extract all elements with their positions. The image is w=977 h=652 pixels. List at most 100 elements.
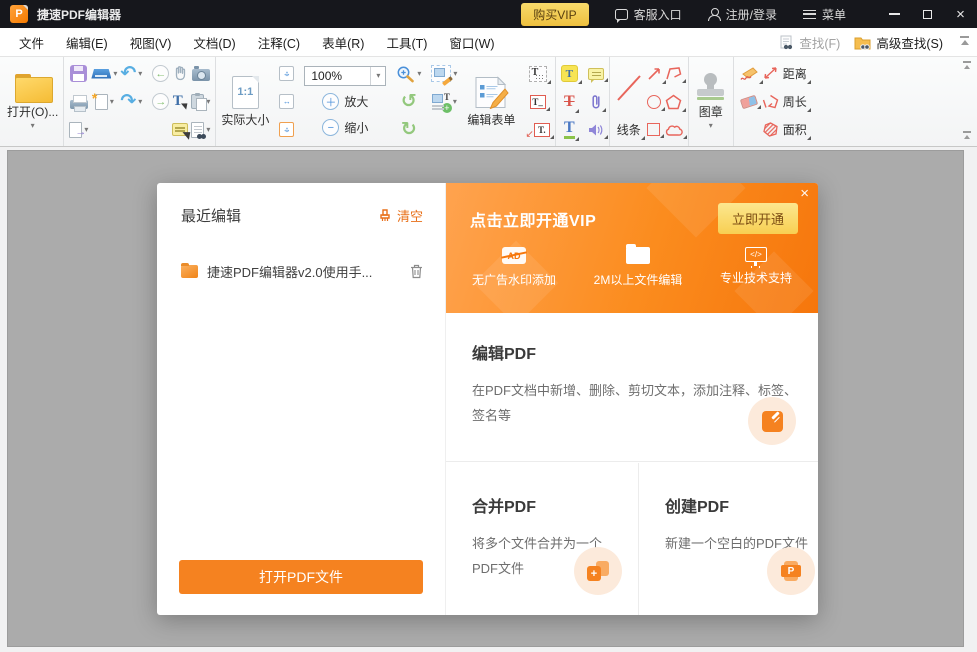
pencil-squiggle-icon [740,67,758,80]
comment-button[interactable] [587,67,608,83]
collapse-toolbar-top-icon[interactable] [962,61,973,71]
clear-recent-button[interactable]: 清空 [378,206,423,225]
rotate-left-button[interactable]: ↺ [401,92,417,111]
cloud-tool-button[interactable] [665,123,687,139]
zoom-in-button[interactable]: ＋ 放大 [322,90,368,114]
edit-pdf-card[interactable]: 编辑PDF 在PDF文档中新增、删除、剪切文本，添加注释、标签、签名等 [446,313,818,462]
oval-tool-button[interactable] [646,94,665,111]
actual-size-button[interactable]: 1:1 实际大小 [221,75,269,128]
file-folder-icon [181,263,198,278]
zoom-out-button[interactable]: − 缩小 [322,116,368,140]
open-pdf-button[interactable]: 打开PDF文件 [179,560,423,594]
docsearch-caret-icon: ▾ [206,124,211,134]
sound-button[interactable] [588,123,608,139]
minimize-button[interactable] [878,0,911,28]
document-search-button[interactable]: ▾ [191,121,211,139]
field-arrow-icon: ↙ [525,128,534,140]
login-button[interactable]: 注册/登录 [707,6,777,23]
new-document-button[interactable]: ▾ [92,90,114,110]
magnifier-button[interactable]: ▾ [396,65,421,83]
app-menu-button[interactable]: 菜单 [802,6,846,23]
recent-file-row[interactable]: 捷速PDF编辑器v2.0使用手... [181,262,423,281]
attachment-button[interactable] [590,93,606,112]
export-button[interactable]: → ▾ [69,121,88,138]
merge-pdf-button[interactable]: + [574,547,622,595]
menu-view[interactable]: 视图(V) [119,33,183,52]
menu-tools[interactable]: 工具(T) [375,33,438,52]
highlight-text-button[interactable]: T [560,65,582,84]
edit-content-button[interactable]: ▾ [431,65,457,86]
add-content-button[interactable]: T + ▾ [431,91,457,113]
export-arrow-icon: → [75,125,87,138]
paste-button[interactable]: ▾ [191,93,210,111]
arrow-tool-button[interactable] [646,66,666,84]
close-button[interactable]: × [944,0,977,28]
vip-activate-button[interactable]: 立即开通 [717,203,798,234]
rotate-right-button[interactable]: ↻ [401,120,417,139]
rectangle-tool-button[interactable] [647,123,665,138]
toolbar-group-actual-size: 1:1 实际大小 [216,57,274,146]
fit-width-button[interactable]: ↔ [279,94,295,109]
page-back-button[interactable]: ← [152,65,170,82]
annotation-select-button[interactable] [172,123,189,136]
advanced-find-button[interactable]: 高级查找(S) [854,33,943,52]
support-label: 客服入口 [633,7,682,22]
collapse-menubar-icon[interactable] [959,36,971,48]
field-action-button[interactable]: ↙ T. [525,122,555,140]
buy-vip-button[interactable]: 购买VIP [521,2,589,26]
toolbar-group-zoom: 100% ▾ ＋ 放大 − 缩小 [299,57,391,146]
snapshot-button[interactable] [191,66,210,81]
open-button[interactable]: 打开(O)... ▾ [7,73,58,130]
banner-close-icon[interactable]: × [800,185,809,202]
zoom-level-combobox[interactable]: 100% ▾ [304,65,387,86]
collapse-toolbar-bottom-icon[interactable] [962,131,973,141]
add-content-t: T [443,91,450,102]
delete-file-icon[interactable] [410,264,423,279]
page-forward-button[interactable]: → [152,93,170,110]
actual-size-icon: 1:1 [231,75,259,109]
field-combo-button[interactable]: T [528,65,551,84]
print-button[interactable] [69,94,88,112]
measure-distance-button[interactable]: 距离 [762,65,811,84]
create-pdf-button[interactable]: P [767,547,815,595]
polyline-tool-button[interactable] [665,66,687,83]
line-tool-label-button[interactable]: 线条 [617,121,645,140]
line-tool-button[interactable] [615,73,643,103]
zoom-combo-caret[interactable]: ▾ [370,66,385,85]
stamp-label: 图章 [698,105,723,119]
find-button[interactable]: 查找(F) [780,33,840,52]
menu-edit[interactable]: 编辑(E) [55,33,119,52]
vip-feature-large-files: 2M以上文件编辑 [594,244,682,288]
toolbar-group-annot [583,57,610,146]
measure-perimeter-button[interactable]: 周长 [762,93,811,112]
edit-form-button[interactable]: 编辑表单 [467,75,515,128]
menu-window[interactable]: 窗口(W) [438,33,505,52]
text-select-button[interactable]: T [173,93,190,110]
stamp-button[interactable]: 图章 ▾ [694,73,728,130]
fit-visible-button[interactable]: ↔ ↕ [279,122,295,137]
measure-area-button[interactable]: 面积 [762,121,811,140]
menu-file[interactable]: 文件 [8,33,55,52]
undo-button[interactable]: ↶ ▾ [120,64,142,83]
fit-page-button[interactable]: ↔ ↕ [279,66,295,81]
pencil-tool-button[interactable] [739,65,763,84]
menu-annotate[interactable]: 注释(C) [247,33,311,52]
merge-pdf-card[interactable]: 合并PDF 将多个文件合并为一个PDF文件 + [446,463,638,615]
edit-pdf-button[interactable] [748,397,796,445]
create-pdf-card[interactable]: 创建PDF 新建一个空白的PDF文件 P [638,463,831,615]
menu-document[interactable]: 文档(D) [182,33,246,52]
maximize-button[interactable] [911,0,944,28]
save-button[interactable] [70,65,88,82]
vip-banner[interactable]: × 点击立即开通VIP 立即开通 AD 无广告水印添加 2M以上文件编辑 </>… [446,183,818,313]
field-text-button[interactable]: T_ [529,94,550,111]
polygon-tool-button[interactable] [665,94,687,112]
redo-button[interactable]: ↷ ▾ [120,92,142,111]
underline-text-button[interactable]: T [563,119,579,142]
support-button[interactable]: 客服入口 [614,6,682,23]
eraser-tool-button[interactable] [739,94,761,109]
toolbar-group-magnify-rotate: ▾ ↺ ↻ [391,57,426,146]
strikethrough-text-button[interactable]: T [564,93,579,113]
menu-form[interactable]: 表单(R) [311,33,375,52]
hand-tool-button[interactable] [172,65,188,82]
scan-button[interactable]: ▾ [91,68,117,79]
